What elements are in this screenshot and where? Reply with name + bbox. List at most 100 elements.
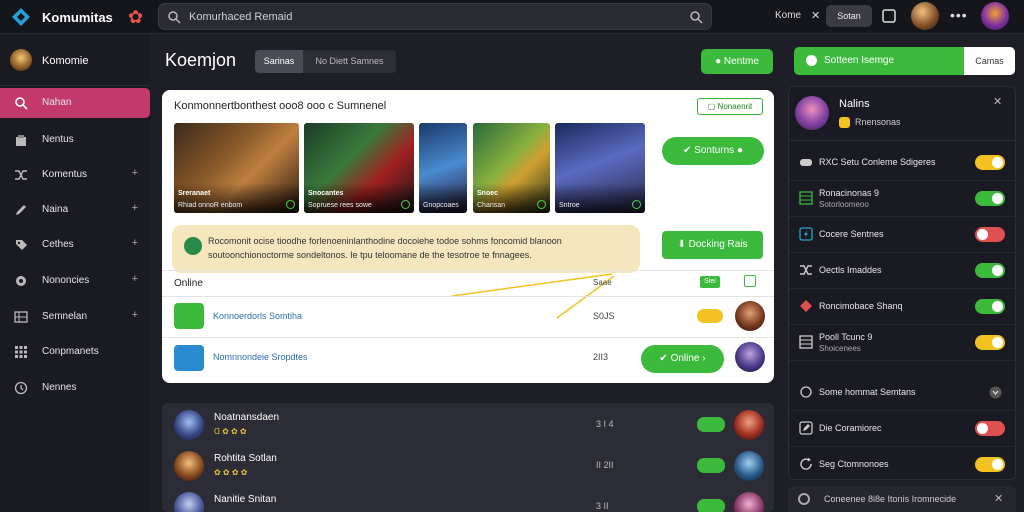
card-tag[interactable]: ▢ Nonaenrit <box>697 98 763 115</box>
list-item[interactable]: Nanitie Snitan 3 ΙΙ <box>162 487 774 512</box>
expand-icon[interactable]: + <box>132 309 138 321</box>
pin-icon <box>806 55 817 66</box>
more-icon[interactable]: ••• <box>950 7 968 23</box>
list-item-meta: ✿ ✿ ✿ ✿ <box>214 468 248 477</box>
button-label: Sotteen Isemge <box>824 55 895 66</box>
list-item-name[interactable]: Konnoerdorls Somtiha <box>213 311 302 321</box>
top-action-button[interactable]: Sotan <box>826 5 872 27</box>
list-item[interactable]: Noatnansdaen Ɑ ✿ ✿ ✿ 3 Ι 4 <box>162 405 774 445</box>
toggle-switch[interactable] <box>975 227 1005 242</box>
avatar[interactable] <box>734 492 764 512</box>
sonturns-button[interactable]: ✔ Sonturns ● <box>662 137 764 165</box>
list-item[interactable]: Rohtita Sotlan ✿ ✿ ✿ ✿ ΙΙ 2ΙΙ <box>162 446 774 486</box>
setting-row: Pooll Tcunc 9 Shoicenees <box>789 325 1017 361</box>
game-thumbnail[interactable]: Gnopcoaes <box>419 123 467 213</box>
sidebar-profile[interactable]: Komomie <box>0 47 150 77</box>
status-pill[interactable] <box>697 458 725 473</box>
close-icon[interactable]: ✕ <box>994 492 1003 505</box>
divider <box>162 337 774 338</box>
toggle-switch[interactable] <box>975 457 1005 472</box>
game-thumbnail[interactable]: Snocantes Sopruese rees sowe <box>304 123 414 213</box>
profile-name: Komomie <box>42 55 89 67</box>
tab-primary[interactable]: Sarinas <box>255 50 303 73</box>
sidebar-item-naina[interactable]: Naina + <box>0 195 150 225</box>
toggle-switch[interactable] <box>975 421 1005 436</box>
thumbnail-subtitle: Chansan <box>477 202 506 209</box>
user-avatar[interactable] <box>911 2 939 30</box>
search-bar[interactable] <box>158 3 712 30</box>
tag-icon <box>16 240 27 250</box>
primary-action-button[interactable]: ● Nentme <box>701 49 773 74</box>
game-thumbnail[interactable]: Sntroe <box>555 123 645 213</box>
avatar[interactable] <box>734 451 764 481</box>
setting-sublabel: Shoicenees <box>819 344 861 353</box>
status-pill[interactable] <box>697 499 725 512</box>
online-button[interactable]: ✔ Online › <box>641 345 724 373</box>
list-item-value: ΙΙ 2ΙΙ <box>596 460 614 470</box>
expand-icon[interactable]: + <box>132 167 138 179</box>
avatar[interactable] <box>795 96 829 130</box>
list-item-name[interactable]: Nomnnondeie Sropdtes <box>213 352 308 362</box>
toggle-switch[interactable] <box>975 155 1005 170</box>
game-icon <box>800 300 812 312</box>
game-thumbnail[interactable]: Snoec Chansan <box>473 123 550 213</box>
sidebar-item-nennes[interactable]: Nennes <box>0 373 150 403</box>
sidebar: Komomie Nahan Nentus Komentus + Naina + … <box>0 35 150 512</box>
cancel-button[interactable]: Camas <box>964 47 1015 75</box>
checkbox-icon[interactable] <box>744 275 756 287</box>
expand-icon[interactable]: + <box>132 237 138 249</box>
top-link[interactable]: Kome <box>775 10 801 21</box>
thumbnail-subtitle: Rhiad onnoR enbom <box>178 202 243 209</box>
sidebar-item-nahan[interactable]: Nahan <box>0 88 150 118</box>
sidebar-item-komentus[interactable]: Komentus + <box>0 160 150 190</box>
search-circle-icon <box>15 97 28 110</box>
toggle-switch[interactable] <box>975 263 1005 278</box>
list-icon <box>799 335 813 349</box>
status-pill[interactable] <box>697 417 725 432</box>
status-pill[interactable] <box>697 309 723 323</box>
tab-secondary[interactable]: No Diett Samnes <box>303 50 396 73</box>
chevron-icon[interactable] <box>989 386 1002 399</box>
close-icon[interactable]: ✕ <box>993 95 1002 108</box>
tooltip-text: Rocomonit ocise tioodhe forlenoeninlanth… <box>208 236 562 260</box>
list-item-icon <box>174 303 204 329</box>
toggle-switch[interactable] <box>975 191 1005 206</box>
thumbnail-subtitle: Gnopcoaes <box>423 202 459 209</box>
divider <box>0 85 150 86</box>
toggle-switch[interactable] <box>975 299 1005 314</box>
link-icon <box>800 386 812 398</box>
status-icon <box>401 200 410 209</box>
app-logo-icon[interactable] <box>10 6 32 28</box>
search-submit-icon[interactable] <box>689 10 703 24</box>
expand-icon[interactable]: + <box>132 202 138 214</box>
content-card: Konmonnertbonthest ooo8 ooo c Sumnenel ▢… <box>162 90 774 383</box>
settings-panel: Nalins Rnensonas ✕ RXC Setu Conleme Sdig… <box>788 86 1017 480</box>
settings-button[interactable]: Sotteen Isemge <box>794 47 964 75</box>
close-icon[interactable]: ✕ <box>811 9 820 22</box>
secondary-avatar[interactable] <box>981 2 1009 30</box>
thumbnail-subtitle: Sntroe <box>559 202 580 209</box>
avatar[interactable] <box>735 301 765 331</box>
avatar[interactable] <box>734 410 764 440</box>
player-list: Noatnansdaen Ɑ ✿ ✿ ✿ 3 Ι 4 Rohtita Sotla… <box>162 403 774 512</box>
list-item-name: Rohtita Sotlan <box>214 453 277 464</box>
toggle-switch[interactable] <box>975 335 1005 350</box>
avatar[interactable] <box>735 342 765 372</box>
window-icon[interactable] <box>881 8 897 24</box>
game-thumbnail[interactable]: Sreranaet Rhiad onnoR enbom <box>174 123 299 213</box>
search-input[interactable] <box>189 8 669 26</box>
setting-sublabel: Sotorloomeoo <box>819 200 869 209</box>
sidebar-item-nononcies[interactable]: Nononcies + <box>0 266 150 296</box>
apps-icon <box>15 346 27 358</box>
expand-icon[interactable]: + <box>132 273 138 285</box>
flower-icon[interactable]: ✿ <box>128 7 148 27</box>
avatar <box>174 451 204 481</box>
sidebar-item-nentus[interactable]: Nentus <box>0 125 150 155</box>
sidebar-item-conpmanets[interactable]: Conpmanets <box>0 337 150 367</box>
sidebar-item-cethes[interactable]: Cethes + <box>0 230 150 260</box>
status-icon <box>632 200 641 209</box>
docking-button[interactable]: ⬇ Docking Rais <box>662 231 763 259</box>
grid-list-icon <box>14 311 28 323</box>
sidebar-item-label: Komentus <box>42 169 88 180</box>
sidebar-item-semnelan[interactable]: Semnelan + <box>0 302 150 332</box>
